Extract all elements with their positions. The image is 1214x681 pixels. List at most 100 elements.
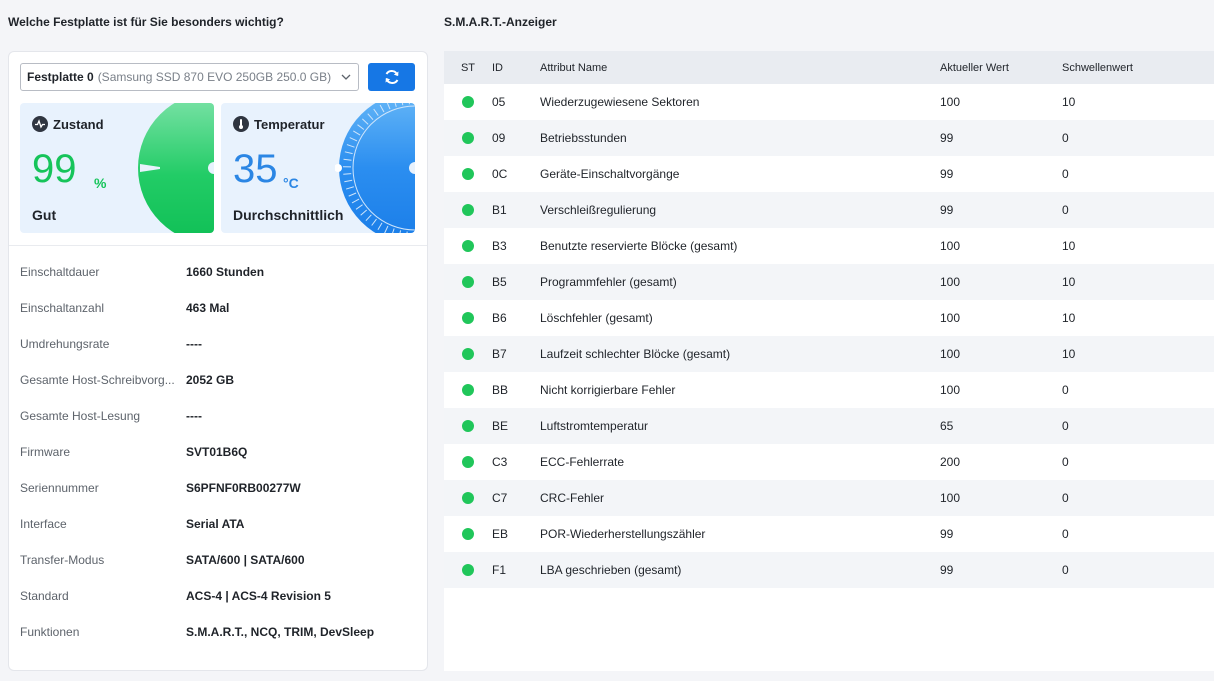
threshold-value: 10 [1062,311,1076,325]
health-label: Zustand [53,116,104,132]
health-card: Zustand 99 % Gut [20,103,214,233]
threshold-value: 10 [1062,95,1076,109]
health-gauge [138,103,214,233]
disk-info-list: Einschaltdauer 1660 Stunden Einschaltanz… [20,254,420,650]
attribute-id: 0C [492,167,508,181]
info-row-firmware: Firmware SVT01B6Q [20,434,420,470]
info-key: Einschaltdauer [20,265,100,279]
smart-table-header: ST ID Attribut Name Aktueller Wert Schwe… [444,51,1214,84]
chevron-down-icon [341,74,351,80]
table-row[interactable]: EB POR-Wiederherstellungszähler 99 0 [444,516,1214,552]
attribute-name: CRC-Fehler [540,491,605,505]
column-header-st[interactable]: ST [444,62,492,74]
attribute-id: B3 [492,239,507,253]
smart-section-title: S.M.A.R.T.-Anzeiger [444,15,557,29]
table-row[interactable]: BE Luftstromtemperatur 65 0 [444,408,1214,444]
status-dot-icon [462,204,474,216]
table-row[interactable]: 09 Betriebsstunden 99 0 [444,120,1214,156]
column-header-current[interactable]: Aktueller Wert [940,62,1062,74]
attribute-name: Nicht korrigierbare Fehler [540,383,676,397]
info-row-serial-number: Seriennummer S6PFNF0RB00277W [20,470,420,506]
attribute-name: Luftstromtemperatur [540,419,649,433]
attribute-id: 09 [492,131,506,145]
attribute-id: EB [492,527,509,541]
table-row[interactable]: B7 Laufzeit schlechter Blöcke (gesamt) 100… [444,336,1214,372]
status-cell [444,564,492,576]
table-row[interactable]: F1 LBA geschrieben (gesamt) 99 0 [444,552,1214,588]
health-unit: % [94,175,107,191]
info-key: Umdrehungsrate [20,337,110,351]
refresh-icon [385,70,398,84]
status-dot-icon [462,276,474,288]
attribute-name: Verschleißregulierung [540,203,657,217]
smart-table-body: 05 Wiederzugewiesene Sektoren 100 10 09 Betri… [444,84,1214,588]
threshold-value: 0 [1062,203,1069,217]
threshold-value: 0 [1062,383,1069,397]
current-value: 99 [940,131,954,145]
current-value: 100 [940,347,961,361]
status-dot-icon [462,348,474,360]
status-dot-icon [462,168,474,180]
disk-section-title: Welche Festplatte ist für Sie besonders … [8,15,284,29]
status-cell [444,276,492,288]
temperature-label: Temperatur [254,116,325,132]
info-key: Gesamte Host-Lesung [20,409,141,423]
table-row[interactable]: C7 CRC-Fehler 100 0 [444,480,1214,516]
status-cell [444,420,492,432]
info-value: SATA/600 | SATA/600 [186,553,305,567]
section-divider [9,245,427,246]
threshold-value: 0 [1062,491,1069,505]
column-header-name[interactable]: Attribut Name [540,62,940,74]
attribute-name: Löschfehler (gesamt) [540,311,653,325]
info-value: 1660 Stunden [186,265,265,279]
attribute-id: B6 [492,311,507,325]
table-row[interactable]: B5 Programmfehler (gesamt) 100 10 [444,264,1214,300]
table-row[interactable]: B3 Benutzte reservierte Blöcke (gesamt) 10… [444,228,1214,264]
status-dot-icon [462,312,474,324]
column-header-id[interactable]: ID [492,62,540,74]
table-row[interactable]: B6 Löschfehler (gesamt) 100 10 [444,300,1214,336]
attribute-id: C7 [492,491,508,505]
current-value: 65 [940,419,954,433]
info-row-features: Funktionen S.M.A.R.T., NCQ, TRIM, DevSle… [20,614,420,650]
thermometer-icon [233,116,249,132]
current-value: 100 [940,239,961,253]
info-value: SVT01B6Q [186,445,248,459]
info-row-host-writes: Gesamte Host-Schreibvorg... 2052 GB [20,362,420,398]
status-cell [444,132,492,144]
table-row[interactable]: BB Nicht korrigierbare Fehler 100 0 [444,372,1214,408]
current-value: 100 [940,275,961,289]
refresh-button[interactable] [368,63,415,91]
status-dot-icon [462,564,474,576]
info-value: Serial ATA [186,517,245,531]
threshold-value: 10 [1062,275,1076,289]
column-header-threshold[interactable]: Schwellenwert [1062,62,1212,74]
temperature-card: Temperatur 35 °C Durchschnittlich [221,103,415,233]
status-cell [444,528,492,540]
table-row[interactable]: 05 Wiederzugewiesene Sektoren 100 10 [444,84,1214,120]
current-value: 100 [940,95,961,109]
info-key: Interface [20,517,67,531]
status-dot-icon [462,420,474,432]
attribute-id: B7 [492,347,507,361]
status-dot-icon [462,384,474,396]
current-value: 100 [940,311,961,325]
info-row-power-on-hours: Einschaltdauer 1660 Stunden [20,254,420,290]
info-key: Einschaltanzahl [20,301,105,315]
info-row-standard: Standard ACS-4 | ACS-4 Revision 5 [20,578,420,614]
table-row[interactable]: B1 Verschleißregulierung 99 0 [444,192,1214,228]
table-row[interactable]: C3 ECC-Fehlerrate 200 0 [444,444,1214,480]
attribute-name: Wiederzugewiesene Sektoren [540,95,700,109]
attribute-id: BB [492,383,509,397]
temperature-unit: °C [283,175,299,191]
disk-dropdown[interactable]: Festplatte 0 (Samsung SSD 870 EVO 250GB … [20,63,359,91]
status-cell [444,240,492,252]
attribute-name: Programmfehler (gesamt) [540,275,677,289]
info-value: S6PFNF0RB00277W [186,481,301,495]
disk-name: Festplatte 0 [27,70,94,84]
table-row[interactable]: 0C Geräte-Einschaltvorgänge 99 0 [444,156,1214,192]
info-key: Standard [20,589,69,603]
status-cell [444,384,492,396]
threshold-value: 10 [1062,239,1076,253]
threshold-value: 0 [1062,131,1069,145]
